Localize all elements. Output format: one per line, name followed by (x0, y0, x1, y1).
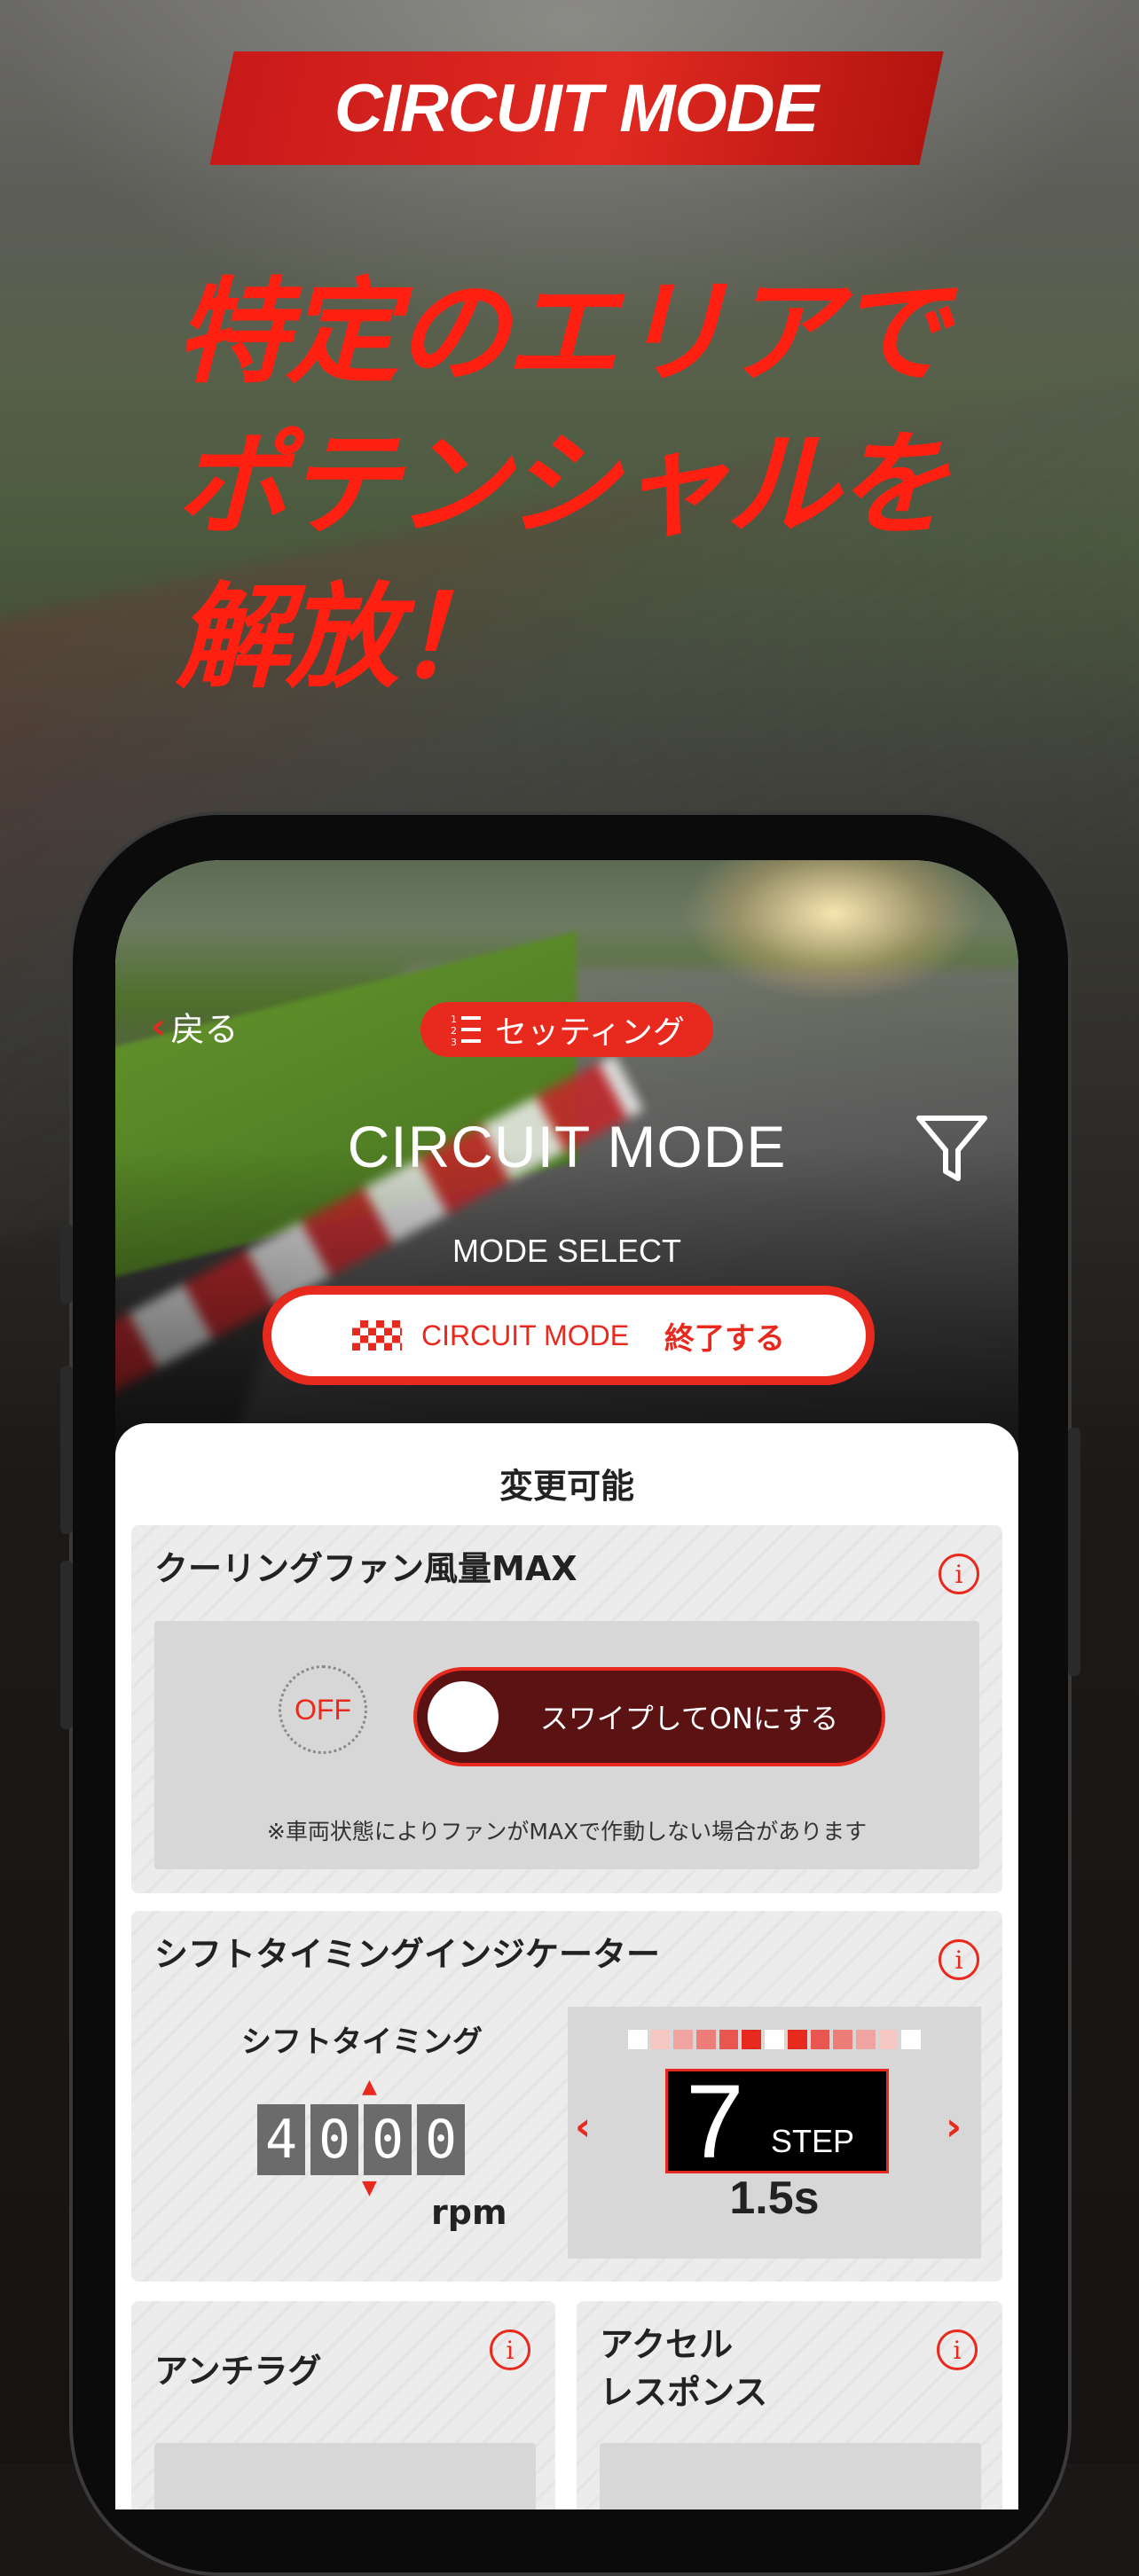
settings-button[interactable]: 1 2 3 セッティング (420, 1002, 713, 1057)
swipe-toggle[interactable]: スワイプしてONにする (413, 1667, 885, 1766)
phone-volume-up-button (60, 1366, 73, 1534)
step-value: 7 (686, 2063, 744, 2181)
checkered-flag-icon (351, 1320, 402, 1351)
screen-title: CIRCUIT MODE (347, 1114, 787, 1179)
svg-text:2: 2 (451, 1025, 457, 1037)
step-selector: ‹ 7 STEP › 1.5s (568, 2007, 981, 2259)
step-display: 7 STEP (665, 2064, 889, 2180)
increase-arrow-icon[interactable]: ▲ (362, 2076, 377, 2098)
info-icon[interactable]: i (939, 1554, 979, 1594)
numbered-list-icon: 1 2 3 (451, 1014, 482, 1047)
accel-response-title-line2: レスポンス (600, 2373, 768, 2412)
shift-timing-label: シフトタイミング (241, 2024, 483, 2060)
cooling-fan-control: OFF スワイプしてONにする ※車両状態によりファンがMAXで作動しない場合が… (154, 1621, 979, 1869)
anti-lag-control (154, 2443, 536, 2509)
chevron-right-icon[interactable]: › (946, 2104, 962, 2149)
svg-text:3: 3 (451, 1037, 457, 1047)
hero-image: ‹ 戻る 1 2 3 セッティング CIRCUIT MODE MODE SELE… (115, 860, 1018, 1499)
anti-lag-title: アンチラグ (154, 2352, 322, 2391)
settings-label: セッティング (495, 1014, 685, 1051)
app-screen: ‹ 戻る 1 2 3 セッティング CIRCUIT MODE MODE SELE… (115, 860, 1018, 2509)
accel-response-card: アクセル レスポンス i (577, 2301, 1002, 2509)
headline-line-1: 特定のエリアで (176, 267, 949, 399)
info-icon[interactable]: i (490, 2329, 530, 2370)
section-header: 変更可能 (499, 1467, 634, 1506)
rpm-digit: 0 (364, 2104, 412, 2175)
end-circuit-mode-button[interactable]: CIRCUIT MODE 終了する (263, 1286, 875, 1385)
shift-led-bar (628, 2030, 921, 2049)
swipe-toggle-knob[interactable] (428, 1681, 499, 1752)
settings-panel: 変更可能 クーリングファン風量MAX i OFF スワイプしてONにする ※車両… (115, 1423, 1018, 2509)
shift-indicator-card: シフトタイミングインジケーター i シフトタイミング ▲ 4 0 0 0 ▼ r… (131, 1911, 1002, 2282)
decrease-arrow-icon[interactable]: ▼ (362, 2177, 377, 2199)
shift-timing-setter: シフトタイミング ▲ 4 0 0 0 ▼ rpm (149, 2017, 575, 2266)
accel-response-title: アクセル レスポンス (600, 2321, 767, 2416)
cooling-fan-card: クーリングファン風量MAX i OFF スワイプしてONにする ※車両状態により… (131, 1525, 1002, 1893)
promo-banner: CIRCUIT MODE (209, 51, 944, 165)
rpm-digit: 0 (310, 2104, 358, 2175)
step-seconds: 1.5s (729, 2173, 820, 2224)
info-icon[interactable]: i (937, 2329, 978, 2370)
svg-text:1: 1 (451, 1014, 457, 1025)
chevron-left-icon[interactable]: ‹ (575, 2104, 591, 2149)
accel-response-control (600, 2443, 981, 2509)
phone-side-button (60, 1224, 73, 1304)
rpm-unit: rpm (431, 2193, 507, 2232)
back-button[interactable]: ‹ 戻る (151, 1002, 239, 1051)
promo-headline: 特定のエリアで ポテンシャルを 解放！ (176, 257, 949, 715)
rpm-digits[interactable]: 4 0 0 0 (257, 2104, 465, 2175)
fan-state-label: OFF (295, 1693, 351, 1726)
cooling-fan-note: ※車両状態によりファンがMAXで作動しない場合があります (266, 1819, 868, 1844)
rpm-digit: 0 (417, 2104, 465, 2175)
chevron-left-icon: ‹ (151, 1006, 166, 1047)
anti-lag-card: アンチラグ i (131, 2301, 555, 2509)
headline-line-2: ポテンシャルを (176, 419, 949, 552)
end-action-label: 終了する (664, 1320, 786, 1357)
phone-power-button (1068, 1428, 1080, 1676)
headline-line-3: 解放！ (176, 572, 509, 704)
shift-indicator-title: シフトタイミングインジケーター (154, 1935, 661, 1974)
phone-volume-down-button (60, 1561, 73, 1729)
info-icon[interactable]: i (939, 1939, 979, 1980)
cooling-fan-title: クーリングファン風量MAX (154, 1549, 577, 1588)
mode-select-label: MODE SELECT (452, 1233, 682, 1269)
step-label: STEP (771, 2123, 855, 2159)
mode-name: CIRCUIT MODE (420, 1319, 630, 1351)
filter-icon[interactable] (915, 1113, 988, 1186)
rpm-digit: 4 (257, 2104, 305, 2175)
fan-state-indicator: OFF (279, 1665, 367, 1754)
promo-banner-title: CIRCUIT MODE (334, 70, 819, 146)
back-label: 戻る (170, 1010, 239, 1049)
swipe-toggle-label: スワイプしてONにする (539, 1702, 839, 1735)
accel-response-title-line1: アクセル (600, 2325, 734, 2364)
